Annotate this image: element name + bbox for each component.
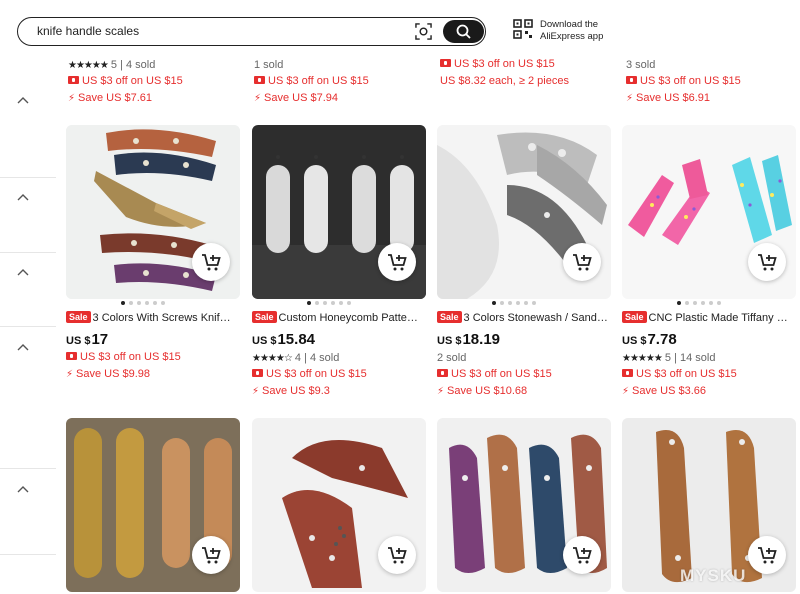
product-title[interactable]: Sale Custom Honeycomb Patte… xyxy=(252,311,426,325)
chevron-up-icon[interactable] xyxy=(17,485,29,493)
coupon-icon xyxy=(437,369,448,377)
app-download-link[interactable]: Download the AliExpress app xyxy=(540,19,603,43)
coupon-promo: US $3 off on US $15 xyxy=(254,75,369,87)
rail-divider xyxy=(0,177,56,178)
product-image[interactable] xyxy=(437,125,611,299)
search-input[interactable]: knife handle scales xyxy=(37,24,139,38)
product-image[interactable] xyxy=(66,125,240,299)
coupon-promo: US $3 off on US $15 xyxy=(252,368,367,380)
search-button[interactable] xyxy=(443,20,484,43)
rating-stars-icon: ★★★★★ xyxy=(622,353,663,364)
sold-count: 1 sold xyxy=(254,59,284,71)
add-to-cart-button[interactable] xyxy=(378,243,416,281)
product-image[interactable] xyxy=(252,125,426,299)
coupon-promo: US $3 off on US $15 xyxy=(440,58,555,70)
add-to-cart-button[interactable] xyxy=(563,536,601,574)
coupon-icon xyxy=(68,76,79,84)
rail-divider xyxy=(0,554,56,555)
savings-text: ⚡ Save US $9.98 xyxy=(66,368,151,380)
coupon-promo: US $3 off on US $15 xyxy=(68,75,183,87)
add-to-cart-button[interactable] xyxy=(748,243,786,281)
coupon-promo: US $3 off on US $15 xyxy=(437,368,552,380)
image-carousel-dots[interactable] xyxy=(677,301,721,305)
sold-count: 3 sold xyxy=(626,59,656,71)
add-to-cart-button[interactable] xyxy=(378,536,416,574)
product-price: US $7.78 xyxy=(622,331,677,348)
cart-add-icon xyxy=(202,254,221,271)
product-image[interactable] xyxy=(252,418,426,592)
cart-add-icon xyxy=(573,254,592,271)
chevron-up-icon[interactable] xyxy=(17,96,29,104)
chevron-up-icon[interactable] xyxy=(17,193,29,201)
rating-stars-icon: ★★★★★ xyxy=(68,60,109,71)
coupon-icon xyxy=(622,369,633,377)
rail-divider xyxy=(0,326,56,327)
savings-text: ⚡ Save US $6.91 xyxy=(626,92,711,104)
image-carousel-dots[interactable] xyxy=(121,301,165,305)
flash-icon: ⚡ xyxy=(68,93,76,104)
flash-icon: ⚡ xyxy=(66,369,74,380)
add-to-cart-button[interactable] xyxy=(563,243,601,281)
cart-add-icon xyxy=(388,254,407,271)
chevron-up-icon[interactable] xyxy=(17,343,29,351)
sale-badge: Sale xyxy=(66,311,91,323)
sale-badge: Sale xyxy=(622,311,647,323)
flash-icon: ⚡ xyxy=(252,386,260,397)
search-icon xyxy=(456,24,471,39)
cart-add-icon xyxy=(388,547,407,564)
coupon-icon xyxy=(626,76,637,84)
flash-icon: ⚡ xyxy=(626,93,634,104)
coupon-promo: US $3 off on US $15 xyxy=(626,75,741,87)
savings-text: ⚡ Save US $7.94 xyxy=(254,92,339,104)
product-title[interactable]: Sale CNC Plastic Made Tiffany … xyxy=(622,311,796,325)
search-bar[interactable]: knife handle scales xyxy=(17,17,486,46)
add-to-cart-button[interactable] xyxy=(192,536,230,574)
savings-text: ⚡ Save US $7.61 xyxy=(68,92,153,104)
qr-code-icon[interactable] xyxy=(513,19,533,39)
coupon-icon xyxy=(66,352,77,360)
rating-sold: ★★★★★ 5 | 4 sold xyxy=(68,59,156,71)
filter-rail xyxy=(0,56,56,594)
image-carousel-dots[interactable] xyxy=(307,301,351,305)
product-image[interactable] xyxy=(66,418,240,592)
product-title[interactable]: Sale 3 Colors With Screws Knif… xyxy=(66,311,240,325)
cart-add-icon xyxy=(202,547,221,564)
coupon-icon xyxy=(252,369,263,377)
sale-badge: Sale xyxy=(437,311,462,323)
coupon-promo: US $3 off on US $15 xyxy=(622,368,737,380)
coupon-promo: US $3 off on US $15 xyxy=(66,351,181,363)
add-to-cart-button[interactable] xyxy=(748,536,786,574)
rail-divider xyxy=(0,468,56,469)
image-carousel-dots[interactable] xyxy=(492,301,536,305)
product-price: US $17 xyxy=(66,331,109,348)
savings-text: ⚡ Save US $9.3 xyxy=(252,385,330,397)
flash-icon: ⚡ xyxy=(622,386,630,397)
flash-icon: ⚡ xyxy=(437,386,445,397)
coupon-icon xyxy=(440,59,451,67)
cart-add-icon xyxy=(573,547,592,564)
savings-text: ⚡ Save US $3.66 xyxy=(622,385,707,397)
product-price: US $18.19 xyxy=(437,331,501,348)
camera-search-icon[interactable] xyxy=(415,23,432,40)
cart-add-icon xyxy=(758,254,777,271)
product-price: US $15.84 xyxy=(252,331,316,348)
rating-stars-icon: ★★★★☆ xyxy=(252,353,293,364)
bulk-price-text: US $8.32 each, ≥ 2 pieces xyxy=(440,75,569,87)
coupon-icon xyxy=(254,76,265,84)
watermark: MYSKU xyxy=(680,566,747,585)
rail-divider xyxy=(0,252,56,253)
rating-sold: ★★★★★ 5 | 14 sold xyxy=(622,352,716,364)
flash-icon: ⚡ xyxy=(254,93,262,104)
chevron-up-icon[interactable] xyxy=(17,268,29,276)
product-image[interactable] xyxy=(437,418,611,592)
sold-count: 2 sold xyxy=(437,352,467,364)
cart-add-icon xyxy=(758,547,777,564)
rating-sold: ★★★★☆ 4 | 4 sold xyxy=(252,352,340,364)
product-image[interactable] xyxy=(622,125,796,299)
header-bar: knife handle scales Download the AliExpr… xyxy=(0,0,800,56)
savings-text: ⚡ Save US $10.68 xyxy=(437,385,528,397)
add-to-cart-button[interactable] xyxy=(192,243,230,281)
product-title[interactable]: Sale 3 Colors Stonewash / Sand… xyxy=(437,311,611,325)
sale-badge: Sale xyxy=(252,311,277,323)
